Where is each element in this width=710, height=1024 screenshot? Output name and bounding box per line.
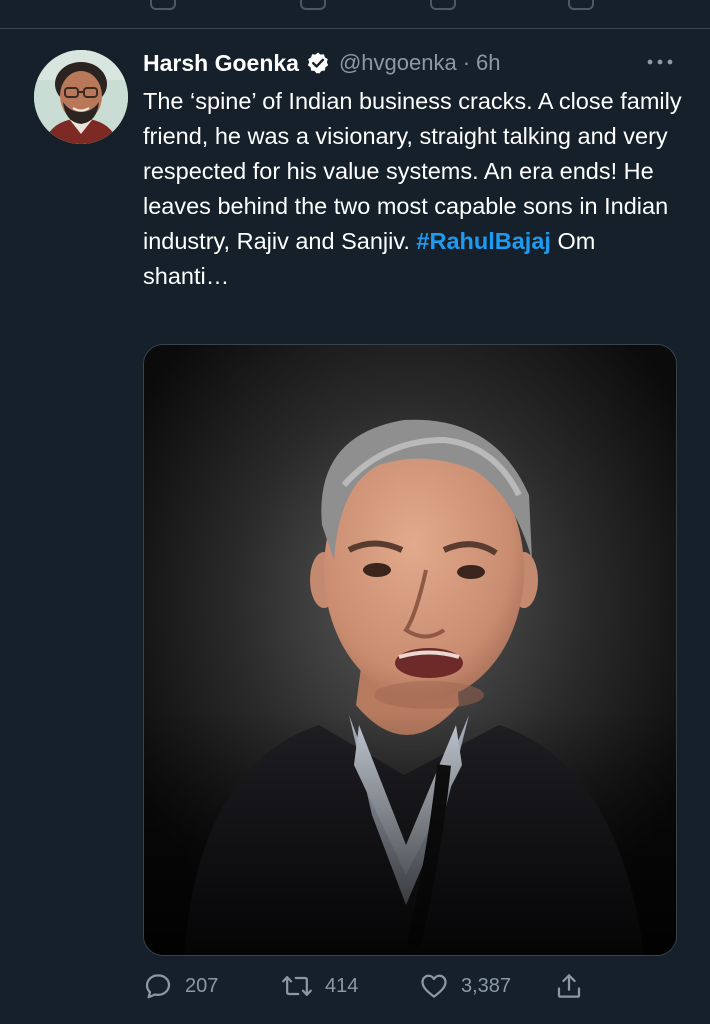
- tweet-page: Harsh Goenka @hvgoenka · 6h The ‘spine’ …: [0, 0, 710, 1024]
- header-separator: ·: [462, 50, 471, 75]
- like-count: 3,387: [461, 974, 512, 997]
- retweet-count: 414: [325, 974, 359, 997]
- prev-like-icon[interactable]: [430, 0, 456, 10]
- like-heart-icon: [419, 971, 449, 1001]
- author-handle[interactable]: @hvgoenka: [339, 50, 457, 76]
- more-horizontal-icon[interactable]: [646, 54, 674, 70]
- tweet-divider: [0, 28, 710, 29]
- tweet-media-photo[interactable]: [143, 344, 677, 956]
- previous-tweet-actions: [0, 0, 710, 12]
- prev-retweet-icon[interactable]: [300, 0, 326, 10]
- reply-button[interactable]: 207: [143, 966, 218, 1006]
- like-button[interactable]: 3,387: [419, 966, 511, 1006]
- prev-share-icon[interactable]: [568, 0, 594, 10]
- portrait-photo: [144, 345, 676, 955]
- prev-reply-icon[interactable]: [150, 0, 176, 10]
- author-avatar[interactable]: [34, 50, 128, 144]
- avatar-portrait: [34, 50, 128, 144]
- author-name[interactable]: Harsh Goenka: [143, 50, 299, 77]
- hashtag-link[interactable]: #RahulBajaj: [416, 228, 551, 254]
- tweet-header: Harsh Goenka @hvgoenka · 6h: [143, 47, 501, 79]
- tweet-text-body: The ‘spine’ of Indian business cracks. A…: [143, 88, 682, 254]
- retweet-button[interactable]: 414: [281, 966, 358, 1006]
- share-icon: [554, 971, 584, 1001]
- tweet-timestamp[interactable]: 6h: [476, 50, 500, 76]
- tweet-text: The ‘spine’ of Indian business cracks. A…: [143, 84, 688, 294]
- reply-count: 207: [185, 974, 219, 997]
- verified-badge-icon: [306, 51, 330, 75]
- reply-icon: [143, 971, 173, 1001]
- retweet-icon: [281, 971, 313, 1001]
- share-button[interactable]: [554, 966, 584, 1006]
- tweet-action-bar: 207 414 3,387: [143, 966, 593, 1006]
